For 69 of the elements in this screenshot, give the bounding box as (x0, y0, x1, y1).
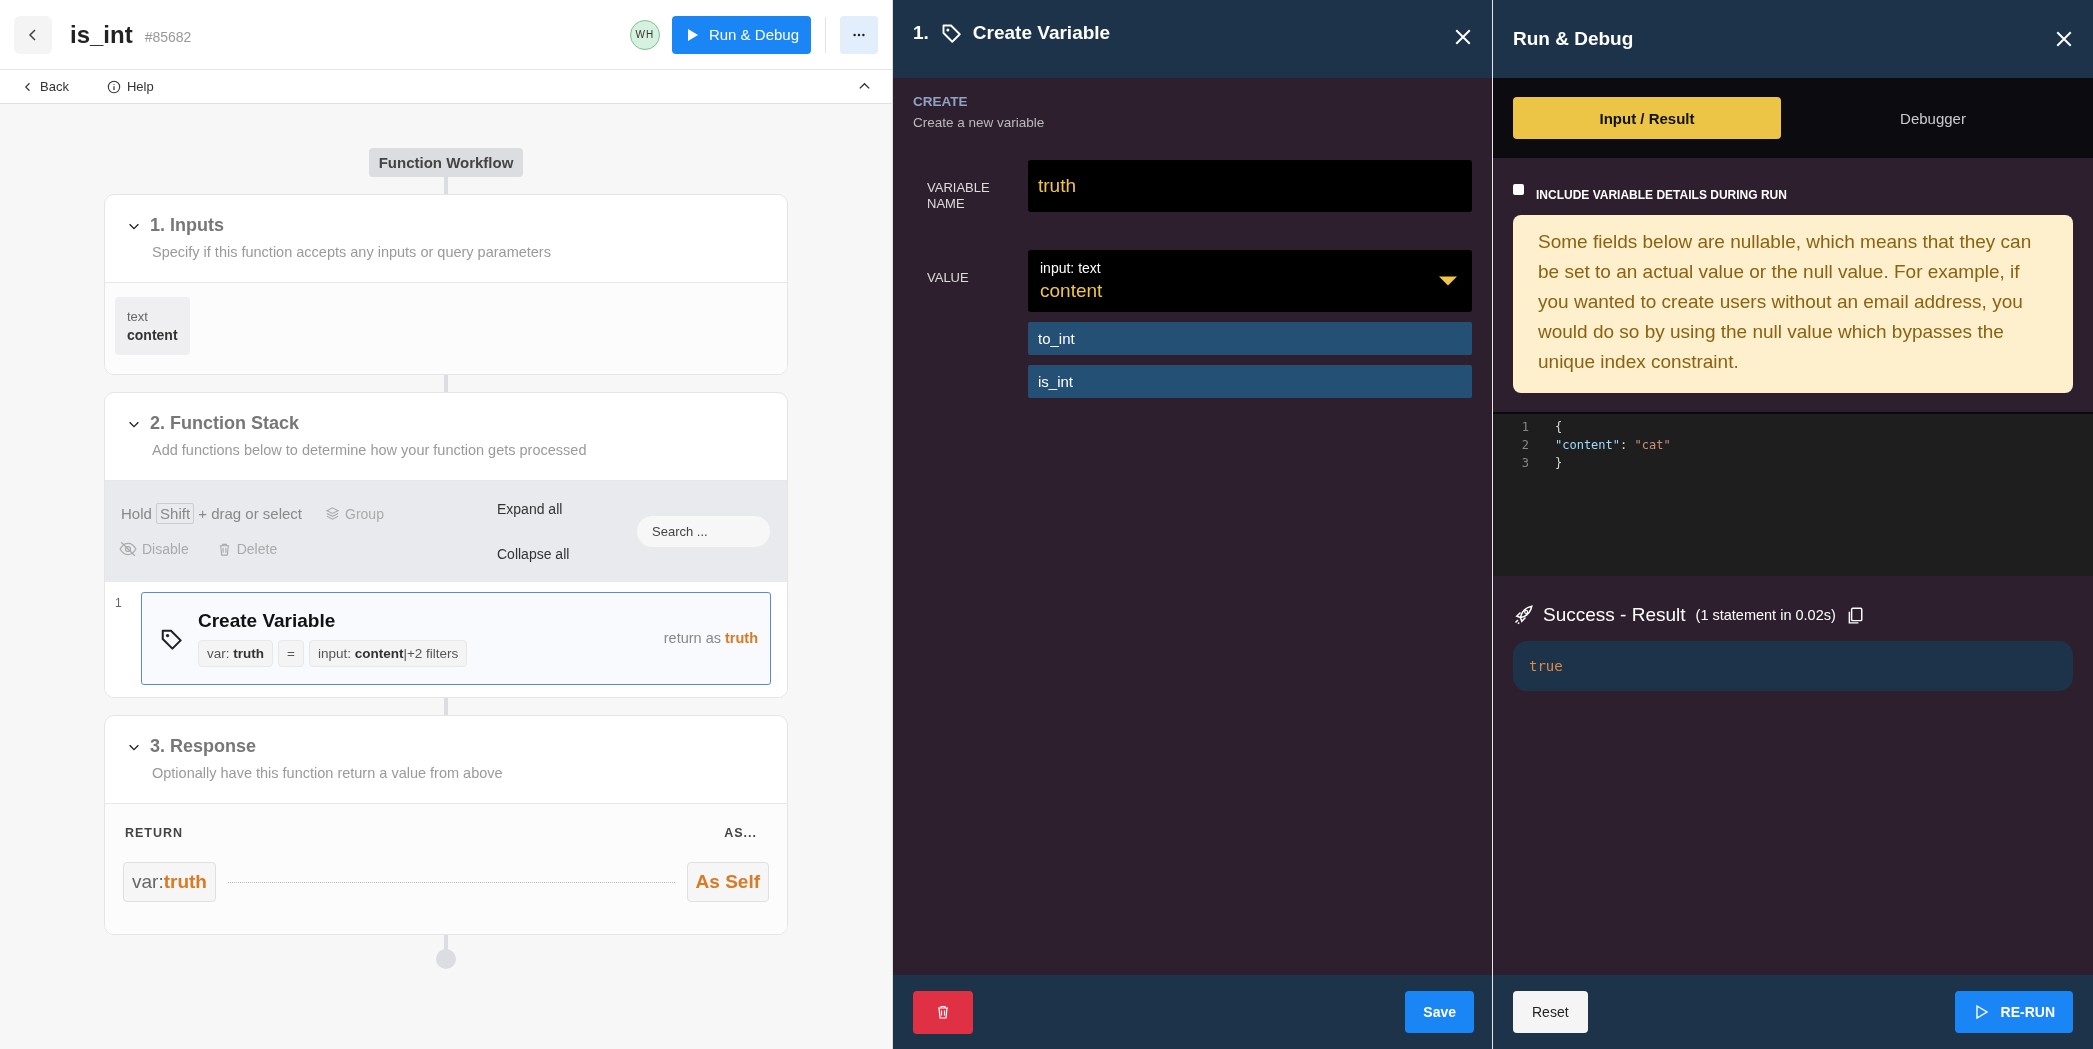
tag-icon (160, 627, 182, 650)
info-icon (106, 79, 121, 94)
line-number: 2 (1520, 438, 1530, 452)
run-debug-button[interactable]: Run & Debug (671, 15, 811, 54)
variable-token: var: truth (198, 640, 273, 668)
operator-token: = (278, 640, 304, 668)
code-editor[interactable]: 1 { 2 "content": "cat" 3 } (1493, 412, 2093, 576)
tab[interactable]: Debugger (1793, 97, 2073, 139)
result-title: Success - Result (1543, 604, 1686, 626)
workflow-label: Function Workflow (368, 148, 524, 177)
code-line: } (1555, 456, 1563, 470)
field-label: VALUE (927, 269, 970, 287)
checkbox[interactable] (1513, 184, 1524, 195)
line-number: 1 (1520, 420, 1530, 434)
section-description: Specify if this function accepts any inputs or query parameters (152, 244, 552, 260)
expand-all-link[interactable]: Expand all (497, 501, 637, 518)
reset-button[interactable]: Reset (1513, 991, 1588, 1033)
save-button[interactable]: Save (1405, 991, 1474, 1033)
function-title: is_int (70, 20, 133, 49)
return-heading: RETURN (125, 826, 184, 841)
rocket-icon (1513, 605, 1533, 625)
line-number: 3 (1520, 456, 1530, 470)
checkbox-label: INCLUDE VARIABLE DETAILS DURING RUN (1536, 188, 1787, 202)
source-token: input: content|+2 filters (308, 640, 468, 668)
section-description: Add functions below to determine how your function gets processed (152, 442, 588, 459)
user-avatar[interactable]: WH (629, 19, 660, 50)
step-number: 1 (115, 595, 123, 613)
code-line: { (1555, 420, 1563, 434)
section-title: 2. Function Stack (150, 413, 300, 435)
variable-name-field[interactable]: truth (1028, 160, 1472, 212)
input-chip[interactable]: text content (115, 297, 190, 356)
search-field[interactable]: Search ... (637, 516, 770, 548)
step-number: 1. (913, 22, 929, 44)
function-step-card[interactable]: Create Variable var: truth = input: content|+2 filters return as truth (141, 592, 771, 686)
field-label: VARIABLE NAME (927, 179, 991, 212)
step-title: Create Variable (198, 610, 337, 633)
close-icon (1454, 28, 1472, 46)
back-link[interactable]: Back (22, 79, 69, 94)
code-line: "content": "cat" (1555, 438, 1671, 452)
close-button[interactable] (1454, 28, 1472, 46)
section-description: Optionally have this function return a value from above (152, 765, 504, 782)
tag-icon (940, 23, 961, 43)
rerun-button[interactable]: RE-RUN (1954, 991, 2073, 1033)
section-title: 1. Inputs (150, 215, 224, 236)
section-label: CREATE (913, 94, 969, 109)
return-label: return as truth (663, 629, 758, 646)
function-id: #85682 (144, 28, 192, 45)
value-select[interactable]: input: text content (1028, 250, 1472, 312)
filter-item[interactable]: is_int (1028, 365, 1472, 398)
close-icon (2055, 30, 2073, 48)
drag-hint: Hold Shift + drag or select (121, 505, 303, 523)
notice-box: Some fields below are nullable, which means that they can be set to an actual value or the null value. For example, if you wanted to create users without an email address, you would do so by using the null value which bypasses the unique index constraint. (1513, 215, 2073, 393)
result-detail: (1 statement in 0.02s) (1695, 607, 1836, 623)
filter-item[interactable]: to_int (1028, 322, 1472, 355)
trash-icon (935, 1004, 951, 1020)
layers-icon (325, 506, 341, 522)
return-value-chip[interactable]: var:truth (123, 862, 216, 903)
panel-title: Create Variable (972, 22, 1111, 44)
as-heading: AS... (724, 826, 757, 841)
section-description: Create a new variable (913, 115, 1046, 130)
help-link[interactable]: Help (106, 79, 154, 94)
delete-button[interactable] (913, 990, 973, 1034)
panel-title: Run & Debug (1513, 28, 1634, 50)
close-button[interactable] (2055, 30, 2073, 48)
eye-off-icon (119, 540, 137, 559)
result-value: true (1513, 641, 2073, 691)
section-title: 3. Response (150, 736, 257, 758)
tab[interactable]: Input / Result (1513, 97, 1781, 139)
collapse-all-link[interactable]: Collapse all (497, 546, 637, 563)
